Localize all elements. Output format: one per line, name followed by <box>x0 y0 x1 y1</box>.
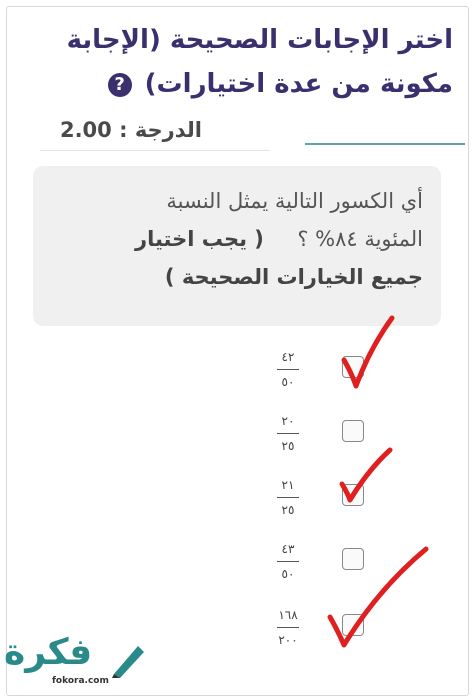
question-line-3: جميع الخيارات الصحيحة ) <box>53 258 423 296</box>
option-5-fraction: ١٦٨ ٢٠٠ <box>270 606 306 649</box>
option-3-denominator: ٢٥ <box>281 503 295 517</box>
option-5[interactable]: ١٦٨ ٢٠٠ <box>270 606 380 658</box>
option-1-denominator: ٥٠ <box>281 375 295 389</box>
option-3-fraction: ٢١ ٢٥ <box>270 476 306 519</box>
pencil-icon <box>112 646 144 678</box>
option-4-checkbox[interactable] <box>342 548 364 570</box>
option-1[interactable]: ٤٢ ٥٠ <box>270 348 380 400</box>
question-box: أي الكسور التالية يمثل النسبة المئوية ٨٤… <box>33 166 441 326</box>
option-5-denominator: ٢٠٠ <box>278 633 298 647</box>
grade-label: الدرجة : 2.00 <box>59 118 202 142</box>
option-3-checkbox[interactable] <box>342 484 364 506</box>
option-2[interactable]: ٢٠ ٢٥ <box>270 412 380 464</box>
question-title: اختر الإجابات الصحيحة (الإجابة مكونة من … <box>33 18 453 106</box>
logo-text: فكرة <box>4 632 93 673</box>
option-1-checkbox[interactable] <box>342 356 364 378</box>
option-1-numerator: ٤٢ <box>281 350 295 364</box>
question-line-2a: المئوية ٨٤% ؟ <box>297 227 423 251</box>
fraction-bar <box>277 497 299 498</box>
option-4-numerator: ٤٣ <box>281 542 295 556</box>
question-line-2b: ( يجب اختيار <box>134 227 264 251</box>
question-line-2: المئوية ٨٤% ؟ ( يجب اختيار <box>53 220 423 258</box>
option-5-numerator: ١٦٨ <box>278 608 298 622</box>
logo-subtext: fokora.com <box>52 676 109 686</box>
option-4[interactable]: ٤٣ ٥٠ <box>270 540 380 592</box>
option-1-fraction: ٤٢ ٥٠ <box>270 348 306 391</box>
fraction-bar <box>277 627 299 628</box>
grade-divider <box>40 150 270 151</box>
help-icon[interactable]: ? <box>107 72 132 97</box>
title-line-2: مكونة من عدة اختيارات) ? <box>33 62 453 106</box>
fraction-bar <box>277 561 299 562</box>
option-2-numerator: ٢٠ <box>281 414 295 428</box>
question-line-3-text: جميع الخيارات الصحيحة ) <box>164 265 423 289</box>
accent-divider <box>305 143 465 145</box>
title-line-2-text: مكونة من عدة اختيارات) <box>144 69 453 99</box>
option-2-fraction: ٢٠ ٢٥ <box>270 412 306 455</box>
question-text: أي الكسور التالية يمثل النسبة المئوية ٨٤… <box>53 182 423 296</box>
option-2-denominator: ٢٥ <box>281 439 295 453</box>
option-3[interactable]: ٢١ ٢٥ <box>270 476 380 528</box>
fraction-bar <box>277 433 299 434</box>
question-line-1: أي الكسور التالية يمثل النسبة <box>166 189 423 213</box>
option-5-checkbox[interactable] <box>342 614 364 636</box>
option-2-checkbox[interactable] <box>342 420 364 442</box>
fraction-bar <box>277 369 299 370</box>
title-line-1: اختر الإجابات الصحيحة (الإجابة <box>66 25 453 55</box>
site-logo: فكرة fokora.com <box>4 632 154 692</box>
option-3-numerator: ٢١ <box>281 478 295 492</box>
question-card <box>6 6 469 696</box>
option-4-denominator: ٥٠ <box>281 567 295 581</box>
option-4-fraction: ٤٣ ٥٠ <box>270 540 306 583</box>
